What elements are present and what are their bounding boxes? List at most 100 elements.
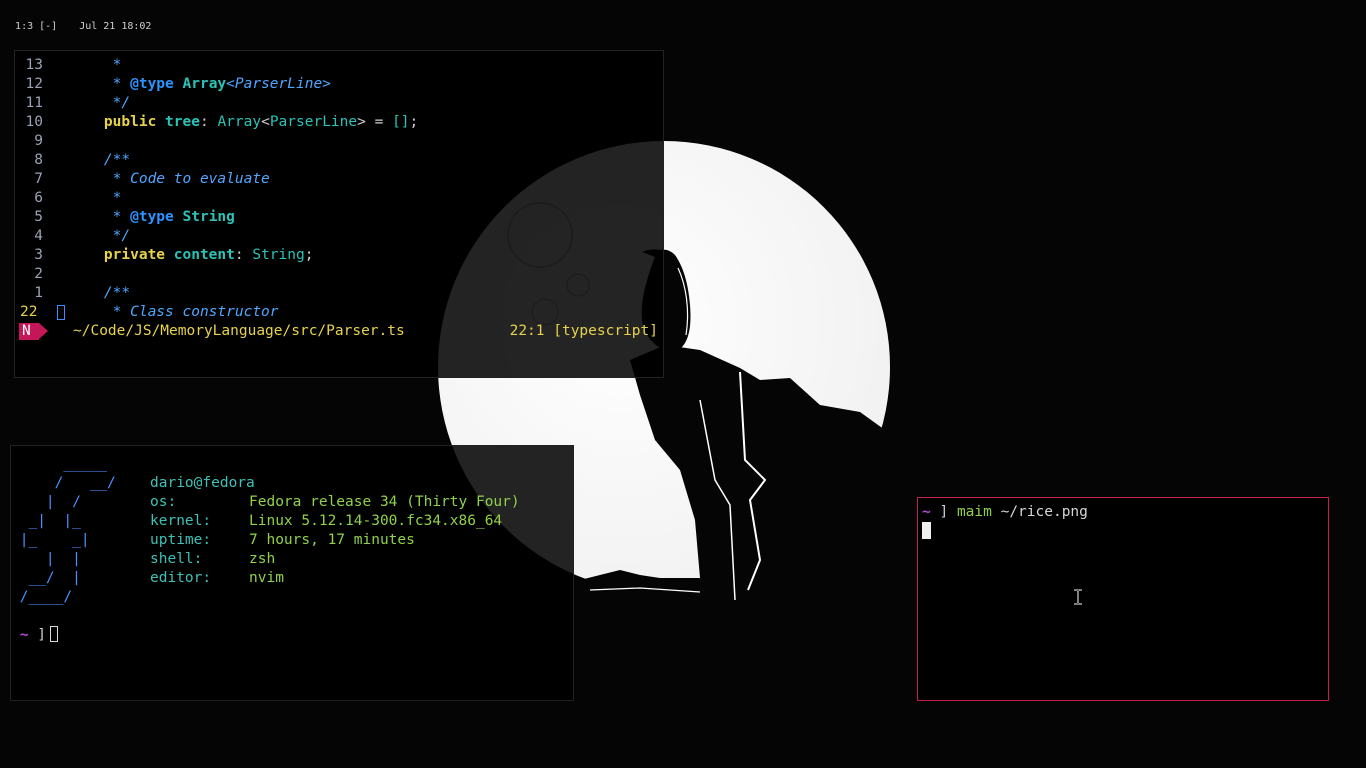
clock: Jul 21 18:02 [79,21,152,32]
code-token: * [69,57,122,73]
sign-gutter [47,94,69,113]
info-value: nvim [249,570,284,586]
code-text: private content: String; [69,246,663,265]
editor-line[interactable]: 2 [15,265,663,284]
fedora-ascii-logo: / __/ [11,475,116,491]
code-token: [] [392,114,410,130]
info-key: os: [150,494,177,510]
prompt-tilde: ~ [19,627,29,643]
fetch-line: |_ _| uptime: 7 hours, 17 minutes [11,531,573,550]
code-token: : [234,247,253,263]
fetch-terminal-window[interactable]: _____ / __/ dario@fedora | / os: Fedora rel… [10,445,574,701]
editor-line[interactable]: 12 * @type Array<ParserLine> [15,75,663,94]
workspace-indicator[interactable]: 1:3 [-] [15,21,57,32]
code-token: * [69,190,122,206]
sign-gutter [47,208,69,227]
terminal-cursor [922,522,931,539]
editor-line[interactable]: 8 /** [15,151,663,170]
editor-line[interactable]: 13 * [15,56,663,75]
terminal-cursor [49,626,58,642]
prompt-bracket: ] [939,504,949,520]
sign-gutter [47,170,69,189]
command-argument: ~/rice.png [1000,504,1088,520]
code-token: /** [69,285,131,301]
fetch-output: _____ / __/ dario@fedora | / os: Fedora rel… [11,455,573,626]
top-status-bar: 1:3 [-] Jul 21 18:02 [0,0,303,32]
info-key: uptime: [150,532,212,548]
shell-input-line[interactable] [922,522,1328,541]
fetch-line: _____ [11,455,573,474]
editor-line[interactable]: 1 /** [15,284,663,303]
editor-line[interactable]: 7 * Code to evaluate [15,170,663,189]
fedora-ascii-logo: |_ _| [11,532,90,548]
line-number: 11 [25,95,43,111]
fetch-line: / __/ dario@fedora [11,474,573,493]
shell-terminal-window[interactable]: ~ ] maim ~/rice.png [917,497,1329,701]
code-token: Array [217,114,262,130]
info-key: kernel: [150,513,212,529]
line-number: 22 [20,304,38,320]
code-token: */ [69,95,131,111]
mode-indicator: N [19,323,49,340]
code-token: tree [165,114,200,130]
sign-gutter [47,113,69,132]
user-host: dario@fedora [150,475,255,491]
code-token: /** [69,152,131,168]
neovim-editor-window[interactable]: 13 * 12 * @type Array<ParserLine> 11 */10 … [14,50,664,378]
code-token: ParserLine [269,114,358,130]
code-token: private [103,247,166,263]
editor-line[interactable]: 11 */ [15,94,663,113]
editor-line[interactable]: 22 * Class constructor [15,303,663,322]
code-text: * @type String [69,208,663,227]
code-token: */ [69,228,131,244]
line-number: 5 [34,209,43,225]
editor-line[interactable]: 10 public tree: Array<ParserLine> = []; [15,113,663,132]
code-text: */ [69,227,663,246]
editor-line[interactable]: 3 private content: String; [15,246,663,265]
editor-line[interactable]: 9 [15,132,663,151]
code-text: * @type Array<ParserLine> [69,75,663,94]
code-token: ; [304,247,314,263]
editor-line[interactable]: 4 */ [15,227,663,246]
fedora-ascii-logo: _____ [11,456,108,472]
code-token: @type [130,209,174,225]
fedora-ascii-logo: /____/ [11,589,73,605]
sign-gutter [47,75,69,94]
fetch-line: /____/ [11,588,573,607]
line-number: 6 [34,190,43,206]
code-token: > = [357,114,393,130]
line-number: 12 [25,76,43,92]
code-token: * Code to evaluate [69,171,270,187]
sign-gutter [47,151,69,170]
editor-line[interactable]: 5 * @type String [15,208,663,227]
fetch-line: | | shell: zsh [11,550,573,569]
code-token: public [103,114,157,130]
code-text: * Class constructor [69,303,663,322]
fetch-line: _| |_ kernel: Linux 5.12.14-300.fc34.x86_6… [11,512,573,531]
fedora-ascii-logo: | / [11,494,81,510]
sign-gutter [47,56,69,75]
fetch-prompt-line[interactable]: ~ ] [11,626,573,645]
code-token: < [261,114,270,130]
fedora-ascii-logo: _| |_ [11,513,81,529]
code-token: @type [130,76,174,92]
line-number: 13 [25,57,43,73]
shell-command-line[interactable]: ~ ] maim ~/rice.png [922,503,1328,522]
line-number: 8 [34,152,43,168]
code-token: * [69,76,131,92]
editor-buffer[interactable]: 13 * 12 * @type Array<ParserLine> 11 */10 … [15,56,663,322]
info-value: Linux 5.12.14-300.fc34.x86_64 [249,513,503,529]
code-token: String [252,247,305,263]
sign-gutter [47,284,69,303]
code-token: * [69,209,131,225]
info-value: zsh [249,551,276,567]
sign-gutter [47,303,69,322]
code-token: String [182,209,235,225]
editor-line[interactable]: 6 * [15,189,663,208]
prompt-bracket: ] [37,627,46,643]
